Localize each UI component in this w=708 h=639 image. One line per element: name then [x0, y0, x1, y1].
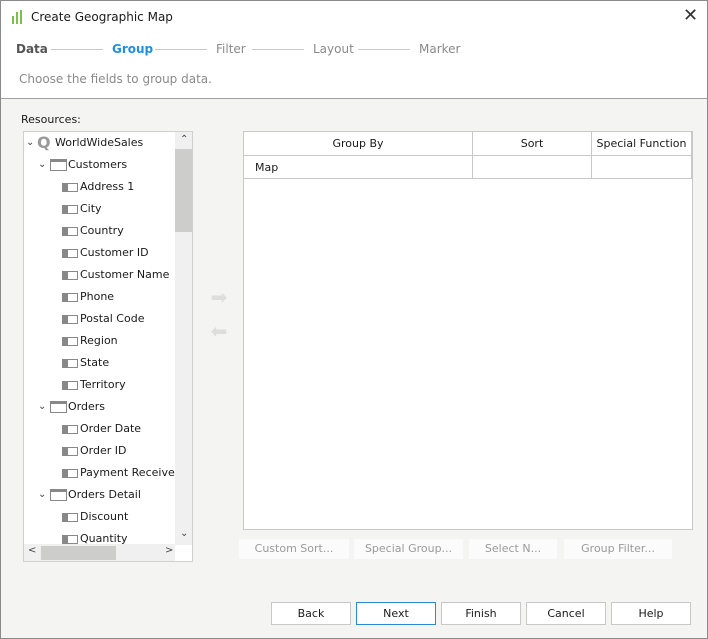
field-icon [62, 381, 78, 390]
cell-group-by[interactable]: Map [244, 156, 473, 179]
column-header-sort[interactable]: Sort [473, 132, 592, 156]
field-icon [62, 359, 78, 368]
table-icon [50, 401, 67, 413]
tree-label: WorldWideSales [55, 136, 144, 149]
tree-label: Customers [68, 158, 128, 171]
vertical-scroll-thumb[interactable] [175, 149, 192, 232]
tree-label: Orders [68, 400, 105, 413]
table-icon [50, 159, 67, 171]
finish-button[interactable]: Finish [441, 602, 521, 625]
field-icon [62, 315, 78, 324]
group-filter-button[interactable]: Group Filter... [564, 539, 672, 559]
back-button[interactable]: Back [271, 602, 351, 625]
field-icon [62, 535, 78, 544]
cell-sort[interactable] [473, 156, 592, 179]
tree-label: Address 1 [80, 180, 135, 193]
tree-label: Payment Received [80, 466, 182, 479]
tree-label: Orders Detail [68, 488, 141, 501]
query-icon: Q [37, 133, 51, 152]
resource-tree[interactable]: ⌄ Q WorldWideSales ⌄ Customers Address 1 City C… [23, 131, 193, 562]
field-icon [62, 513, 78, 522]
resources-label: Resources: [21, 113, 81, 126]
tree-label: City [80, 202, 102, 215]
select-n-button[interactable]: Select N... [469, 539, 557, 559]
tree-label: Territory [80, 378, 126, 391]
field-icon [62, 271, 78, 280]
add-arrow-icon[interactable]: ➡ [209, 287, 229, 307]
help-button[interactable]: Help [611, 602, 691, 625]
step-description: Choose the fields to group data. [19, 72, 212, 86]
tree-label: Customer ID [80, 246, 149, 259]
window-title: Create Geographic Map [31, 10, 173, 24]
column-header-special-function[interactable]: Special Function [592, 132, 692, 156]
custom-sort-button[interactable]: Custom Sort... [239, 539, 349, 559]
tree-label: Phone [80, 290, 115, 303]
tree-label: Order Date [80, 422, 142, 435]
field-icon [62, 337, 78, 346]
table-icon [50, 489, 67, 501]
tree-label: Customer Name [80, 268, 170, 281]
field-icon [62, 249, 78, 258]
remove-arrow-icon[interactable]: ⬅ [209, 321, 229, 341]
step-marker: Marker [419, 42, 461, 56]
step-filter: Filter [216, 42, 246, 56]
step-data: Data [16, 42, 48, 56]
scroll-right-icon[interactable]: > [165, 545, 173, 556]
chart-icon [12, 10, 22, 24]
field-icon [62, 469, 78, 478]
chevron-down-icon[interactable]: ⌄ [26, 132, 34, 154]
close-icon[interactable]: ✕ [683, 5, 698, 26]
cancel-button[interactable]: Cancel [526, 602, 606, 625]
tree-label: State [80, 356, 110, 369]
next-button[interactable]: Next [356, 602, 436, 625]
horizontal-scroll-thumb[interactable] [41, 546, 116, 560]
scroll-down-icon[interactable]: ⌄ [180, 528, 188, 539]
tree-label: Country [80, 224, 124, 237]
cell-special-function[interactable] [592, 156, 692, 179]
field-icon [62, 183, 78, 192]
special-group-button[interactable]: Special Group... [354, 539, 463, 559]
tree-label: Postal Code [80, 312, 145, 325]
step-group: Group [112, 42, 154, 56]
step-layout: Layout [313, 42, 354, 56]
field-icon [62, 425, 78, 434]
field-icon [62, 293, 78, 302]
chevron-down-icon[interactable]: ⌄ [38, 396, 46, 418]
group-by-table[interactable]: Group By Sort Special Function Map [243, 131, 693, 530]
chevron-down-icon[interactable]: ⌄ [38, 154, 46, 176]
chevron-down-icon[interactable]: ⌄ [38, 484, 46, 506]
field-icon [62, 227, 78, 236]
field-icon [62, 447, 78, 456]
scroll-up-icon[interactable]: ⌃ [180, 134, 188, 145]
scroll-left-icon[interactable]: < [28, 545, 36, 556]
tree-label: Region [80, 334, 118, 347]
tree-label: Discount [80, 510, 129, 523]
tree-label: Order ID [80, 444, 127, 457]
field-icon [62, 205, 78, 214]
column-header-group-by[interactable]: Group By [244, 132, 473, 156]
